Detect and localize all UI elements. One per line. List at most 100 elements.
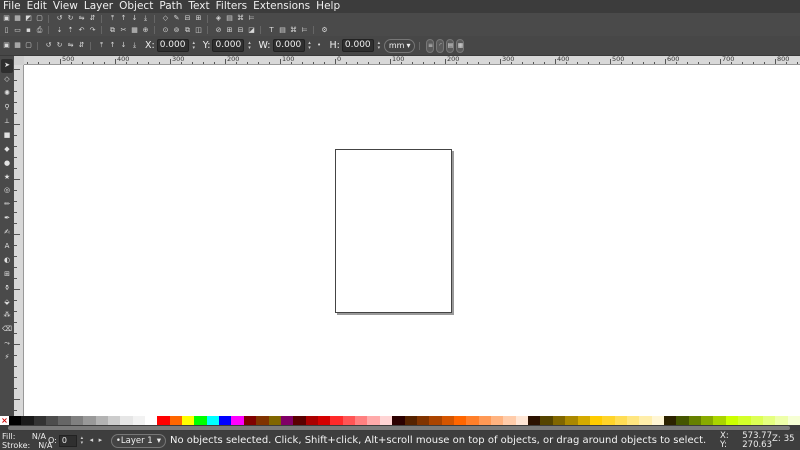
pen-icon[interactable]: ✒ (1, 212, 13, 226)
ungroup-icon[interactable]: ⊟ (183, 15, 192, 23)
color-swatch[interactable] (762, 416, 776, 425)
color-swatch[interactable] (552, 416, 566, 425)
measure-icon[interactable]: ⟂ (1, 115, 13, 129)
zoom-page-icon[interactable]: ⊚ (172, 26, 181, 34)
paint-bucket-icon[interactable]: ⬙ (1, 295, 13, 309)
color-swatch[interactable] (787, 416, 800, 425)
deselect-icon[interactable]: ▢ (35, 15, 44, 23)
flip-vertical-icon[interactable]: ⇵ (77, 42, 86, 50)
vertical-ruler[interactable] (14, 65, 24, 416)
xml-icon[interactable]: ⌘ (236, 15, 245, 23)
layers-icon[interactable]: ▤ (278, 26, 287, 34)
fill-stroke-indicator[interactable]: Fill: N/A Stroke: N/A (0, 432, 52, 450)
select-all-icon[interactable]: ▣ (2, 42, 11, 50)
lower-bottom-icon[interactable]: ⤓ (130, 42, 139, 50)
menu-layer[interactable]: Layer (81, 0, 116, 13)
color-swatch[interactable] (107, 416, 121, 425)
flip-horizontal-icon[interactable]: ⇋ (66, 42, 75, 50)
color-swatch[interactable] (676, 416, 689, 425)
color-swatch[interactable] (243, 416, 257, 425)
color-swatch[interactable] (565, 416, 578, 425)
color-swatch[interactable] (46, 416, 59, 425)
color-swatch[interactable] (664, 416, 677, 425)
lpe-icon[interactable]: ⚡ (1, 351, 13, 365)
layer-next-icon[interactable]: ▸ (96, 437, 105, 445)
save-icon[interactable]: ▪ (24, 26, 33, 34)
spray-icon[interactable]: ⁂ (1, 309, 13, 323)
mesh-icon[interactable]: ⊞ (1, 267, 13, 281)
color-swatch[interactable] (429, 416, 442, 425)
h-spinner[interactable]: ▴ ▾ (376, 40, 382, 52)
text-icon[interactable]: A (1, 240, 13, 254)
x-spinner[interactable]: ▴ ▾ (191, 40, 197, 52)
color-swatch[interactable] (688, 416, 702, 425)
color-swatch[interactable] (725, 416, 739, 425)
text-font-icon[interactable]: T (267, 26, 276, 34)
color-swatch[interactable] (169, 416, 183, 425)
color-swatch[interactable] (379, 416, 393, 425)
color-swatch[interactable] (453, 416, 467, 425)
color-swatch[interactable] (602, 416, 615, 425)
color-swatch[interactable] (231, 416, 244, 425)
palette-scroll-thumb[interactable] (8, 426, 790, 430)
document-page[interactable] (335, 149, 452, 313)
lower-bottom-icon[interactable]: ⤓ (141, 15, 150, 23)
zoom-drawing-icon[interactable]: ⊙ (161, 26, 170, 34)
menu-edit[interactable]: Edit (24, 0, 50, 13)
rotate-cw-icon[interactable]: ↻ (55, 42, 64, 50)
color-swatch[interactable] (540, 416, 553, 425)
connector-icon[interactable]: ⤳ (1, 337, 13, 351)
group-icon[interactable]: ⊞ (194, 15, 203, 23)
undo-icon[interactable]: ↶ (77, 26, 86, 34)
rotate-ccw-icon[interactable]: ↺ (55, 15, 64, 23)
color-swatch[interactable] (293, 416, 306, 425)
flip-v-icon[interactable]: ⇵ (88, 15, 97, 23)
symbols-icon[interactable]: ◈ (214, 15, 223, 23)
color-swatch[interactable] (639, 416, 652, 425)
color-swatch[interactable] (355, 416, 368, 425)
open-icon[interactable]: ▭ (13, 26, 22, 34)
menu-path[interactable]: Path (156, 0, 185, 13)
deselect-icon[interactable]: ▢ (24, 42, 33, 50)
color-swatch[interactable] (256, 416, 269, 425)
ellipse-icon[interactable]: ● (1, 156, 13, 170)
color-swatch[interactable] (738, 416, 751, 425)
pencil-icon[interactable]: ✏ (1, 198, 13, 212)
rotate-cw-icon[interactable]: ↻ (66, 15, 75, 23)
color-swatch[interactable] (305, 416, 318, 425)
print-icon[interactable]: ⎙ (35, 26, 44, 34)
rotate-ccw-icon[interactable]: ↺ (44, 42, 53, 50)
color-swatch[interactable] (144, 416, 158, 425)
select-all-icon[interactable]: ▣ (2, 15, 11, 23)
tweak-icon[interactable]: ✺ (1, 87, 13, 101)
gradient-icon[interactable]: ◐ (1, 253, 13, 267)
color-swatch[interactable] (416, 416, 430, 425)
layer-prev-icon[interactable]: ◂ (87, 437, 96, 445)
export-icon[interactable]: ⇡ (66, 26, 75, 34)
color-swatch[interactable] (9, 416, 22, 425)
color-swatch[interactable] (70, 416, 84, 425)
layer-select[interactable]: •Layer 1 ▾ (110, 433, 166, 448)
color-swatch[interactable] (651, 416, 665, 425)
color-swatch[interactable] (268, 416, 281, 425)
paste-icon[interactable]: ▦ (130, 26, 139, 34)
color-swatch[interactable] (157, 416, 170, 425)
selector-icon[interactable]: ➤ (1, 59, 13, 73)
menu-view[interactable]: View (50, 0, 81, 13)
node-icon[interactable]: ◇ (161, 15, 170, 23)
color-swatch[interactable] (750, 416, 763, 425)
opacity-field[interactable]: 0 (58, 434, 77, 447)
color-swatch[interactable] (392, 416, 405, 425)
menu-filters[interactable]: Filters (213, 0, 250, 13)
cut-icon[interactable]: ✂ (119, 26, 128, 34)
clone-icon[interactable]: ◫ (194, 26, 203, 34)
color-swatch[interactable] (367, 416, 380, 425)
star-icon[interactable]: ★ (1, 170, 13, 184)
color-swatch[interactable] (330, 416, 343, 425)
no-paint-swatch[interactable]: × (0, 416, 9, 425)
menu-object[interactable]: Object (116, 0, 156, 13)
menu-help[interactable]: Help (313, 0, 343, 13)
objects-icon[interactable]: ▤ (225, 15, 234, 23)
color-swatch[interactable] (182, 416, 195, 425)
scale-stroke-toggle[interactable]: ≡ (426, 38, 435, 53)
